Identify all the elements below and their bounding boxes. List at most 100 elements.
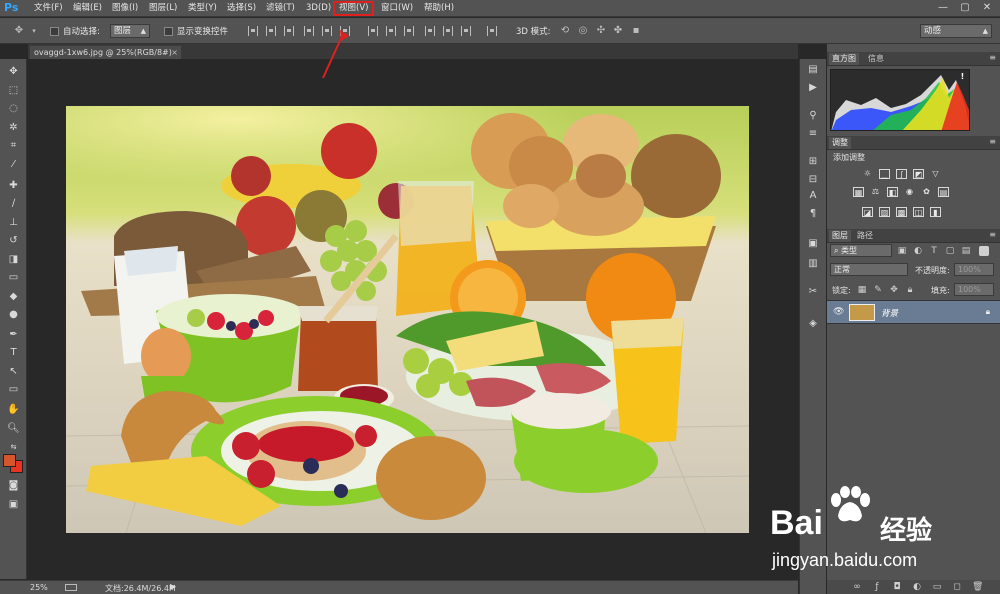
- tab-layers[interactable]: 图层: [829, 230, 851, 242]
- type-tool-icon[interactable]: T: [4, 345, 23, 361]
- quick-mask-icon[interactable]: ◙: [4, 478, 23, 494]
- fill-field[interactable]: 100%: [954, 283, 994, 296]
- history-brush-tool-icon[interactable]: ↺: [4, 233, 23, 249]
- tool-presets-icon[interactable]: ⊟: [805, 173, 821, 187]
- layer-name[interactable]: 背景: [881, 307, 898, 319]
- brightness-icon[interactable]: ☼: [862, 169, 873, 179]
- align-bottom-icon[interactable]: [284, 26, 294, 36]
- 3d-panel-icon[interactable]: ◈: [805, 317, 821, 331]
- marquee-tool-icon[interactable]: ⬚: [4, 83, 23, 99]
- panel-menu-icon[interactable]: ≡: [989, 230, 996, 239]
- distribute-right-icon[interactable]: [461, 26, 471, 36]
- eye-visibility-icon[interactable]: 👁︎: [833, 307, 844, 317]
- gradient-map-icon[interactable]: ▮: [930, 207, 941, 217]
- menu-edit[interactable]: 编辑(E): [73, 2, 102, 15]
- filter-type-icon[interactable]: T: [929, 246, 939, 256]
- selective-color-icon[interactable]: ◫: [913, 207, 924, 217]
- close-button[interactable]: ✕: [976, 0, 998, 16]
- blend-mode-dropdown[interactable]: 正常: [830, 263, 908, 276]
- 3d-scale-icon[interactable]: ▪: [629, 24, 643, 38]
- notes-icon[interactable]: ▥: [805, 257, 821, 271]
- tool-preset-arrow-icon[interactable]: ▾: [30, 24, 38, 38]
- auto-align-icon[interactable]: [487, 26, 497, 36]
- panel-menu-icon[interactable]: ≡: [989, 137, 996, 146]
- posterize-icon[interactable]: ▨: [879, 207, 890, 217]
- path-selection-tool-icon[interactable]: ↖: [4, 364, 23, 380]
- distribute-top-icon[interactable]: [368, 26, 378, 36]
- character-panel-icon[interactable]: A: [805, 189, 821, 203]
- photo-filter-icon[interactable]: ◉: [904, 187, 915, 197]
- filter-pixel-icon[interactable]: ▣: [897, 246, 907, 256]
- zoom-level[interactable]: 25%: [30, 583, 48, 592]
- color-lookup-icon[interactable]: ▤: [938, 187, 949, 197]
- filter-shape-icon[interactable]: ▢: [945, 246, 955, 256]
- 3d-slide-icon[interactable]: ✤: [611, 24, 625, 38]
- auto-select-checkbox[interactable]: [50, 27, 59, 36]
- lock-transparent-icon[interactable]: ▦: [857, 285, 867, 295]
- align-vcenter-icon[interactable]: [266, 26, 276, 36]
- opacity-field[interactable]: 100%: [954, 263, 994, 276]
- vibrance-icon[interactable]: ▽: [930, 169, 941, 179]
- filter-toggle-icon[interactable]: [979, 246, 989, 256]
- menu-layer[interactable]: 图层(L): [149, 2, 177, 15]
- menu-select[interactable]: 选择(S): [227, 2, 256, 15]
- lock-all-icon[interactable]: 🔒︎: [905, 285, 915, 295]
- align-left-icon[interactable]: [304, 26, 314, 36]
- eraser-tool-icon[interactable]: ◨: [4, 252, 23, 268]
- levels-icon[interactable]: ▁: [879, 169, 890, 179]
- clone-stamp-tool-icon[interactable]: ⊥: [4, 215, 23, 231]
- color-balance-icon[interactable]: ⚖: [870, 187, 881, 197]
- 3d-pan-icon[interactable]: ✣: [594, 24, 608, 38]
- curves-icon[interactable]: ∫: [896, 169, 907, 179]
- lock-position-icon[interactable]: ✥: [889, 285, 899, 295]
- menu-window[interactable]: 窗口(W): [381, 2, 413, 15]
- menu-file[interactable]: 文件(F): [34, 2, 63, 15]
- menu-type[interactable]: 类型(Y): [188, 2, 217, 15]
- paragraph-panel-icon[interactable]: ¶: [805, 207, 821, 221]
- dodge-tool-icon[interactable]: ●: [4, 307, 23, 323]
- hand-tool-icon[interactable]: ✋: [4, 402, 23, 418]
- restore-button[interactable]: ▢: [954, 0, 976, 16]
- 3d-rotate-icon[interactable]: ⟲: [558, 24, 572, 38]
- show-transform-checkbox[interactable]: [164, 27, 173, 36]
- move-tool-icon[interactable]: ✥: [4, 64, 23, 80]
- layer-comps-icon[interactable]: ▣: [805, 237, 821, 251]
- threshold-icon[interactable]: ▩: [896, 207, 907, 217]
- layer-row[interactable]: 👁︎ 背景 🔒︎: [827, 300, 1000, 324]
- menu-3d[interactable]: 3D(D): [306, 2, 331, 15]
- invert-icon[interactable]: ◪: [862, 207, 873, 217]
- foreground-color-swatch[interactable]: [3, 454, 16, 467]
- workspace-dropdown[interactable]: 动感 ▲: [920, 24, 992, 38]
- tab-paths[interactable]: 路径: [854, 230, 876, 242]
- distribute-vcenter-icon[interactable]: [386, 26, 396, 36]
- lock-pixels-icon[interactable]: ✎: [873, 285, 883, 295]
- clone-source-icon[interactable]: ⊞: [805, 155, 821, 169]
- filter-adjustment-icon[interactable]: ◐: [913, 246, 923, 256]
- document-close-icon[interactable]: ×: [171, 46, 178, 59]
- status-arrow-icon[interactable]: ▶: [170, 582, 176, 591]
- distribute-left-icon[interactable]: [425, 26, 435, 36]
- panel-menu-icon[interactable]: ≡: [989, 53, 996, 62]
- healing-brush-tool-icon[interactable]: ✚: [4, 178, 23, 194]
- histogram-warning-icon[interactable]: !: [958, 72, 967, 81]
- actions-panel-icon[interactable]: ▶: [805, 81, 821, 95]
- tab-adjustments[interactable]: 调整: [829, 137, 851, 149]
- zoom-tool-icon[interactable]: 🔍︎: [4, 421, 23, 437]
- channel-mixer-icon[interactable]: ✿: [921, 187, 932, 197]
- lasso-tool-icon[interactable]: ◌: [4, 101, 23, 117]
- tab-histogram[interactable]: 直方图: [829, 53, 859, 65]
- distribute-hcenter-icon[interactable]: [443, 26, 453, 36]
- swap-colors-icon[interactable]: ⇆: [4, 439, 23, 455]
- auto-select-dropdown[interactable]: 图层 ▲: [110, 24, 150, 38]
- layer-filter-dropdown[interactable]: ⌕ 类型: [830, 244, 892, 257]
- align-top-icon[interactable]: [248, 26, 258, 36]
- tools-icon[interactable]: ✂: [805, 285, 821, 299]
- black-white-icon[interactable]: ◧: [887, 187, 898, 197]
- history-panel-icon[interactable]: ▤: [805, 63, 821, 77]
- move-tool-icon[interactable]: ✥: [12, 24, 26, 38]
- exposure-icon[interactable]: ◩: [913, 169, 924, 179]
- brush-panel-icon[interactable]: ⚲: [805, 109, 821, 123]
- filter-smart-object-icon[interactable]: ▤: [961, 246, 971, 256]
- menu-image[interactable]: 图像(I): [112, 2, 138, 15]
- menu-help[interactable]: 帮助(H): [424, 2, 454, 15]
